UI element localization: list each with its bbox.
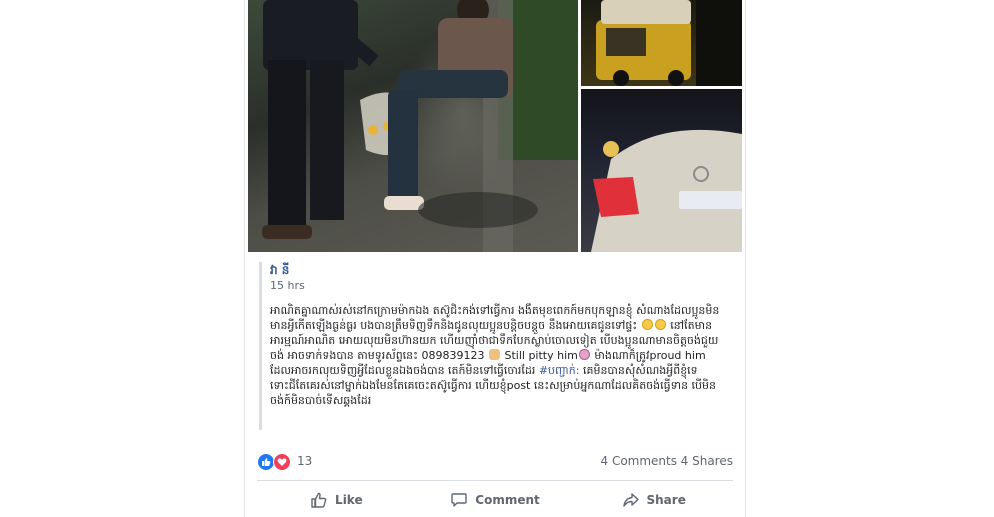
photo-car[interactable] [581,89,742,252]
like-button[interactable]: Like [257,485,416,515]
love-reaction-icon[interactable] [273,453,291,471]
page: វា នី 15 hrs អាណិតគ្នាណាស់រស់នៅកក្រោមម៉ា… [0,0,994,517]
thumbs-up-icon [311,492,327,508]
praying-hands-emoji-icon [488,349,500,360]
share-arrow-icon [622,493,639,507]
comments-count[interactable]: 4 Comments [601,453,678,469]
shares-count[interactable]: 4 Shares [681,453,733,469]
post-author[interactable]: វា នី [270,263,733,278]
post-actions-bar: Like Comment Share [257,485,733,515]
sad-face-emoji-icon [654,319,666,330]
dizzy-face-emoji-icon [578,349,590,360]
photo-tuktuk-scene [596,0,742,86]
photo-tuktuk[interactable] [581,0,742,86]
comment-button[interactable]: Comment [416,485,575,515]
facebook-post-card: វា នី 15 hrs អាណិតគ្នាណាស់រស់នៅកក្រោមម៉ា… [245,0,745,517]
share-button[interactable]: Share [574,485,733,515]
comment-bubble-icon [451,493,467,507]
post-body: អាណិតគ្នាណាស់រស់នៅកក្រោមម៉ាកឯង តស៊ូជិះកង… [270,303,730,408]
photo-main-scene [262,0,578,252]
share-button-label: Share [646,493,686,507]
hashtag-link[interactable]: #បញ្ជាក់: [539,364,580,377]
post-body-line: Still pitty him [504,349,578,362]
divider [257,480,733,481]
sad-face-emoji-icon [641,319,653,330]
post-body-line: អាណិតគ្នាណាស់រស់នៅកក្រោមម៉ាកឯង តស៊ូជិះកង… [270,304,633,317]
comment-button-label: Comment [475,493,540,507]
post-content: វា នី 15 hrs អាណិតគ្នាណាស់រស់នៅកក្រោមម៉ា… [259,262,733,430]
post-timestamp[interactable]: 15 hrs [270,279,733,293]
like-button-label: Like [335,493,363,507]
post-body-line: តាមទូរស័ព្ទនេះ 089839123 [357,349,485,362]
photo-main[interactable] [248,0,578,252]
photo-grid [248,0,742,252]
post-body-line: នឹងអោយគេជូនទៅផ្ទះ [548,319,638,332]
reactions-summary: 13 4 Comments 4 Shares [257,448,733,476]
photo-car-scene [591,129,742,252]
reactions-count[interactable]: 13 [297,453,312,469]
